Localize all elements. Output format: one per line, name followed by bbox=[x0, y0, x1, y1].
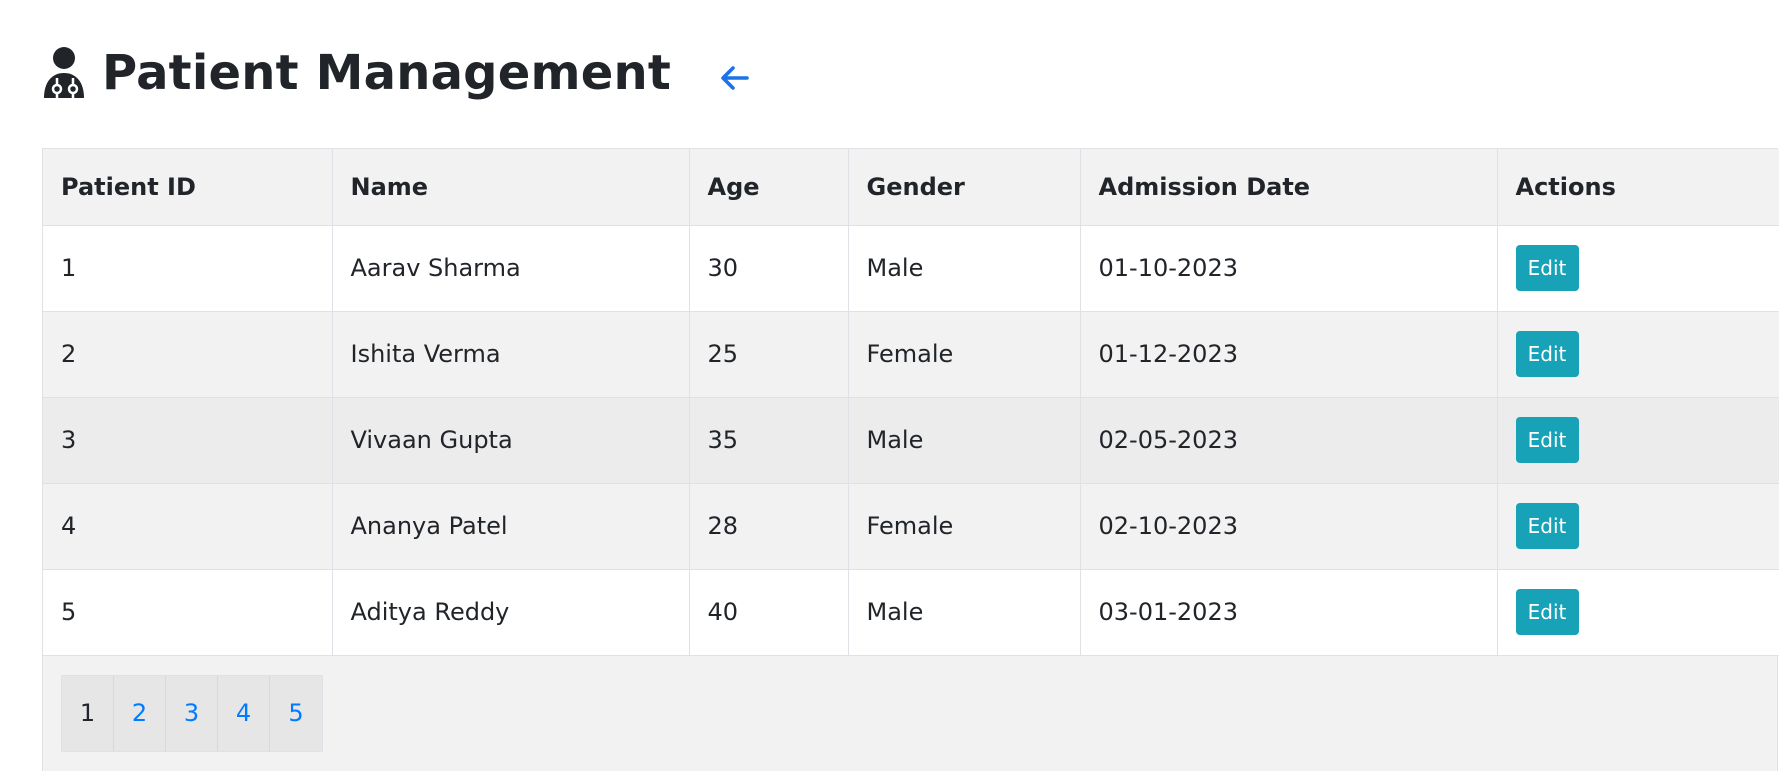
patients-table: Patient ID Name Age Gender Admission Dat… bbox=[43, 149, 1779, 656]
cell-gender: Male bbox=[848, 569, 1081, 656]
cell-patient-id: 4 bbox=[43, 483, 333, 570]
table-row: 4 Ananya Patel 28 Female 02-10-2023 Edit bbox=[43, 483, 1779, 570]
table-row: 3 Vivaan Gupta 35 Male 02-05-2023 Edit bbox=[43, 397, 1779, 484]
cell-actions: Edit bbox=[1497, 225, 1779, 312]
page-link-4[interactable]: 4 bbox=[218, 675, 270, 751]
cell-admission-date: 03-01-2023 bbox=[1080, 569, 1498, 656]
page-link-1[interactable]: 1 bbox=[62, 675, 114, 751]
cell-name: Ishita Verma bbox=[332, 311, 690, 398]
cell-actions: Edit bbox=[1497, 569, 1779, 656]
cell-actions: Edit bbox=[1497, 397, 1779, 484]
cell-gender: Female bbox=[848, 483, 1081, 570]
column-header-admission-date: Admission Date bbox=[1080, 149, 1498, 226]
edit-button[interactable]: Edit bbox=[1515, 503, 1579, 549]
cell-admission-date: 01-10-2023 bbox=[1080, 225, 1498, 312]
cell-age: 25 bbox=[689, 311, 849, 398]
column-header-age: Age bbox=[689, 149, 849, 226]
page-link-5[interactable]: 5 bbox=[270, 675, 322, 751]
pagination: 1 2 3 4 5 bbox=[61, 674, 323, 752]
cell-patient-id: 2 bbox=[43, 311, 333, 398]
edit-button[interactable]: Edit bbox=[1515, 331, 1579, 377]
page-title: Patient Management bbox=[102, 45, 671, 101]
edit-button[interactable]: Edit bbox=[1515, 245, 1579, 291]
cell-actions: Edit bbox=[1497, 483, 1779, 570]
page-link-3[interactable]: 3 bbox=[166, 675, 218, 751]
cell-name: Ananya Patel bbox=[332, 483, 690, 570]
column-header-gender: Gender bbox=[848, 149, 1081, 226]
table-row: 1 Aarav Sharma 30 Male 01-10-2023 Edit bbox=[43, 225, 1779, 312]
edit-button[interactable]: Edit bbox=[1515, 417, 1579, 463]
table-row: 2 Ishita Verma 25 Female 01-12-2023 Edit bbox=[43, 311, 1779, 398]
cell-admission-date: 02-05-2023 bbox=[1080, 397, 1498, 484]
cell-age: 40 bbox=[689, 569, 849, 656]
cell-name: Vivaan Gupta bbox=[332, 397, 690, 484]
page: Patient Management Patient ID Name Age G… bbox=[0, 0, 1790, 771]
table-header-row: Patient ID Name Age Gender Admission Dat… bbox=[43, 149, 1779, 226]
column-header-name: Name bbox=[332, 149, 690, 226]
cell-patient-id: 1 bbox=[43, 225, 333, 312]
cell-age: 30 bbox=[689, 225, 849, 312]
cell-gender: Female bbox=[848, 311, 1081, 398]
cell-gender: Male bbox=[848, 225, 1081, 312]
cell-actions: Edit bbox=[1497, 311, 1779, 398]
doctor-icon bbox=[42, 46, 86, 100]
edit-button[interactable]: Edit bbox=[1515, 589, 1579, 635]
pagination-bar: 1 2 3 4 5 bbox=[43, 655, 1777, 771]
cell-patient-id: 5 bbox=[43, 569, 333, 656]
column-header-patient-id: Patient ID bbox=[43, 149, 333, 226]
table-row: 5 Aditya Reddy 40 Male 03-01-2023 Edit bbox=[43, 569, 1779, 656]
cell-age: 35 bbox=[689, 397, 849, 484]
cell-gender: Male bbox=[848, 397, 1081, 484]
cell-patient-id: 3 bbox=[43, 397, 333, 484]
cell-name: Aarav Sharma bbox=[332, 225, 690, 312]
back-button[interactable] bbox=[717, 60, 753, 96]
column-header-actions: Actions bbox=[1497, 149, 1779, 226]
cell-age: 28 bbox=[689, 483, 849, 570]
cell-name: Aditya Reddy bbox=[332, 569, 690, 656]
cell-admission-date: 01-12-2023 bbox=[1080, 311, 1498, 398]
arrow-left-icon bbox=[721, 66, 749, 90]
cell-admission-date: 02-10-2023 bbox=[1080, 483, 1498, 570]
patients-table-container: Patient ID Name Age Gender Admission Dat… bbox=[42, 148, 1779, 771]
page-link-2[interactable]: 2 bbox=[114, 675, 166, 751]
page-header: Patient Management bbox=[42, 38, 753, 108]
